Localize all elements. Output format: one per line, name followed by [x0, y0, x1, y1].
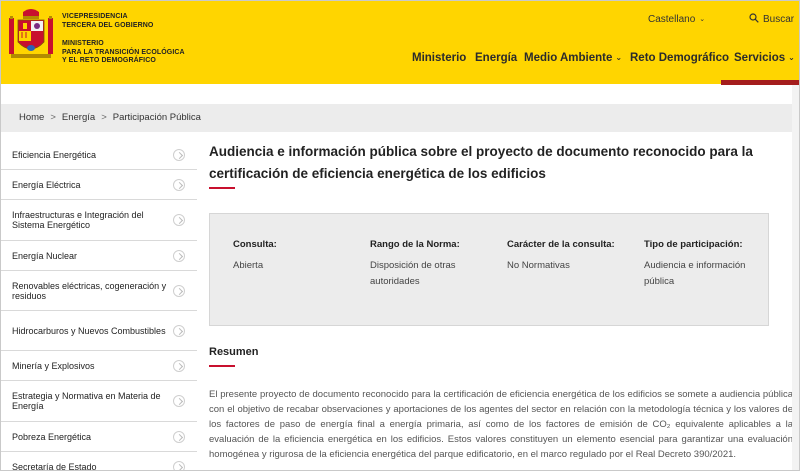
chevron-down-icon: ⌄	[788, 53, 795, 62]
ministry-line-2: PARA LA TRANSICIÓN ECOLÓGICA	[62, 48, 185, 56]
search-icon	[749, 13, 759, 23]
sidebar-item-label: Energía Nuclear	[12, 250, 78, 261]
government-title: VICEPRESIDENCIA TERCERA DEL GOBIERNO MIN…	[62, 13, 185, 66]
nav-ministerio[interactable]: Ministerio	[412, 52, 466, 64]
breadcrumb: Home > Energía > Participación Pública	[1, 104, 799, 132]
chevron-right-icon: >	[101, 112, 107, 123]
sidebar-item-label: Energía Eléctrica	[12, 179, 81, 190]
sidebar-item-electrica[interactable]: Energía Eléctrica	[1, 170, 197, 200]
nav-label: Servicios	[734, 52, 786, 64]
sidebar-item-label: Secretaría de Estado	[12, 462, 97, 471]
sidebar-item-label: Minería y Explosivos	[12, 360, 95, 371]
consultation-info-box: Consulta: Abierta Rango de la Norma: Dis…	[209, 213, 769, 326]
info-label: Tipo de participación:	[644, 239, 743, 250]
info-value: No Normativas	[507, 260, 570, 271]
search-button[interactable]: Buscar	[749, 13, 794, 25]
nav-label: Energía	[475, 52, 518, 64]
nav-reto-demografico[interactable]: Reto Demográfico	[630, 52, 729, 64]
chevron-circle-icon	[173, 430, 185, 443]
chevron-down-icon: ⌄	[699, 16, 706, 23]
info-caracter-consulta: Carácter de la consulta: No Normativas	[507, 239, 632, 274]
info-value: Audiencia e información pública	[644, 260, 746, 287]
title-underline	[209, 187, 235, 189]
chevron-circle-icon	[173, 359, 185, 372]
nav-servicios[interactable]: Servicios ⌄	[734, 52, 795, 64]
search-label: Buscar	[763, 14, 795, 25]
chevron-down-icon: ⌄	[615, 53, 623, 62]
gov-line-2: TERCERA DEL GOBIERNO	[62, 21, 154, 29]
scrollbar[interactable]	[792, 85, 799, 470]
sidebar-item-renovables[interactable]: Renovables eléctricas, cogeneración y re…	[1, 271, 197, 311]
chevron-circle-icon	[173, 324, 185, 337]
chevron-circle-icon	[173, 461, 185, 470]
ministry-line-1: MINISTERIO	[62, 40, 104, 47]
site-header: VICEPRESIDENCIA TERCERA DEL GOBIERNO MIN…	[1, 1, 799, 84]
chevron-circle-icon	[173, 214, 185, 226]
sidebar-item-hidrocarburos[interactable]: Hidrocarburos y Nuevos Combustibles	[1, 311, 197, 351]
nav-label: Ministerio	[412, 52, 467, 64]
chevron-circle-icon	[173, 249, 185, 262]
coat-of-arms-logo[interactable]	[9, 8, 53, 62]
info-tipo-participacion: Tipo de participación: Audiencia e infor…	[644, 239, 764, 290]
ministry-line-3: Y EL RETO DEMOGRÁFICO	[62, 57, 156, 64]
chevron-circle-icon	[173, 395, 185, 407]
sidebar-item-label: Pobreza Energética	[12, 431, 92, 442]
sidebar-item-label: Eficiencia Energética	[12, 150, 97, 160]
page-title: Audiencia e información pública sobre el…	[209, 144, 753, 181]
chevron-right-icon: >	[50, 112, 56, 123]
info-rango-norma: Rango de la Norma: Disposición de otras …	[370, 239, 480, 290]
sidebar-item-pobreza[interactable]: Pobreza Energética	[1, 422, 197, 452]
sidebar-item-label: Renovables eléctricas, cogeneración y re…	[12, 280, 167, 301]
nav-label: Reto Demográfico	[630, 52, 730, 64]
sidebar: Eficiencia Energética Energía Eléctrica …	[1, 141, 197, 471]
info-value: Disposición de otras autoridades	[370, 260, 456, 287]
info-label: Consulta:	[233, 239, 277, 250]
sidebar-item-label: Hidrocarburos y Nuevos Combustibles	[12, 325, 166, 336]
chevron-circle-icon	[173, 149, 185, 161]
summary-heading: Resumen	[209, 346, 259, 358]
active-nav-indicator	[721, 80, 799, 85]
breadcrumb-home[interactable]: Home	[19, 112, 44, 123]
sidebar-item-mineria[interactable]: Minería y Explosivos	[1, 351, 197, 381]
breadcrumb-energia[interactable]: Energía	[62, 112, 95, 123]
info-consulta: Consulta: Abierta	[233, 239, 353, 274]
sidebar-item-infraestructuras[interactable]: Infraestructuras e Integración del Siste…	[1, 200, 197, 241]
sidebar-item-label: Infraestructuras e Integración del Siste…	[12, 210, 144, 230]
nav-label: Medio Ambiente	[524, 52, 613, 64]
language-selector[interactable]: Castellano ⌄	[648, 14, 705, 25]
chevron-circle-icon	[173, 284, 185, 297]
sidebar-item-estrategia[interactable]: Estrategia y Normativa en Materia de Ene…	[1, 381, 197, 422]
sidebar-item-secretaria[interactable]: Secretaría de Estado	[1, 452, 197, 471]
sidebar-item-eficiencia[interactable]: Eficiencia Energética	[1, 141, 197, 170]
chevron-circle-icon	[173, 178, 185, 191]
info-value: Abierta	[233, 260, 264, 271]
summary-text: El presente proyecto de documento recono…	[209, 389, 793, 460]
summary-underline	[209, 365, 235, 367]
info-label: Carácter de la consulta:	[507, 239, 615, 250]
info-label: Rango de la Norma:	[370, 239, 460, 250]
nav-medio-ambiente[interactable]: Medio Ambiente ⌄	[524, 52, 622, 64]
sidebar-item-label: Estrategia y Normativa en Materia de Ene…	[12, 391, 161, 411]
language-label: Castellano	[648, 14, 696, 25]
gov-line-1: VICEPRESIDENCIA	[62, 13, 128, 20]
page-frame: VICEPRESIDENCIA TERCERA DEL GOBIERNO MIN…	[0, 0, 800, 471]
nav-energia[interactable]: Energía	[475, 52, 517, 64]
breadcrumb-participacion[interactable]: Participación Pública	[113, 112, 201, 123]
sidebar-item-nuclear[interactable]: Energía Nuclear	[1, 241, 197, 271]
